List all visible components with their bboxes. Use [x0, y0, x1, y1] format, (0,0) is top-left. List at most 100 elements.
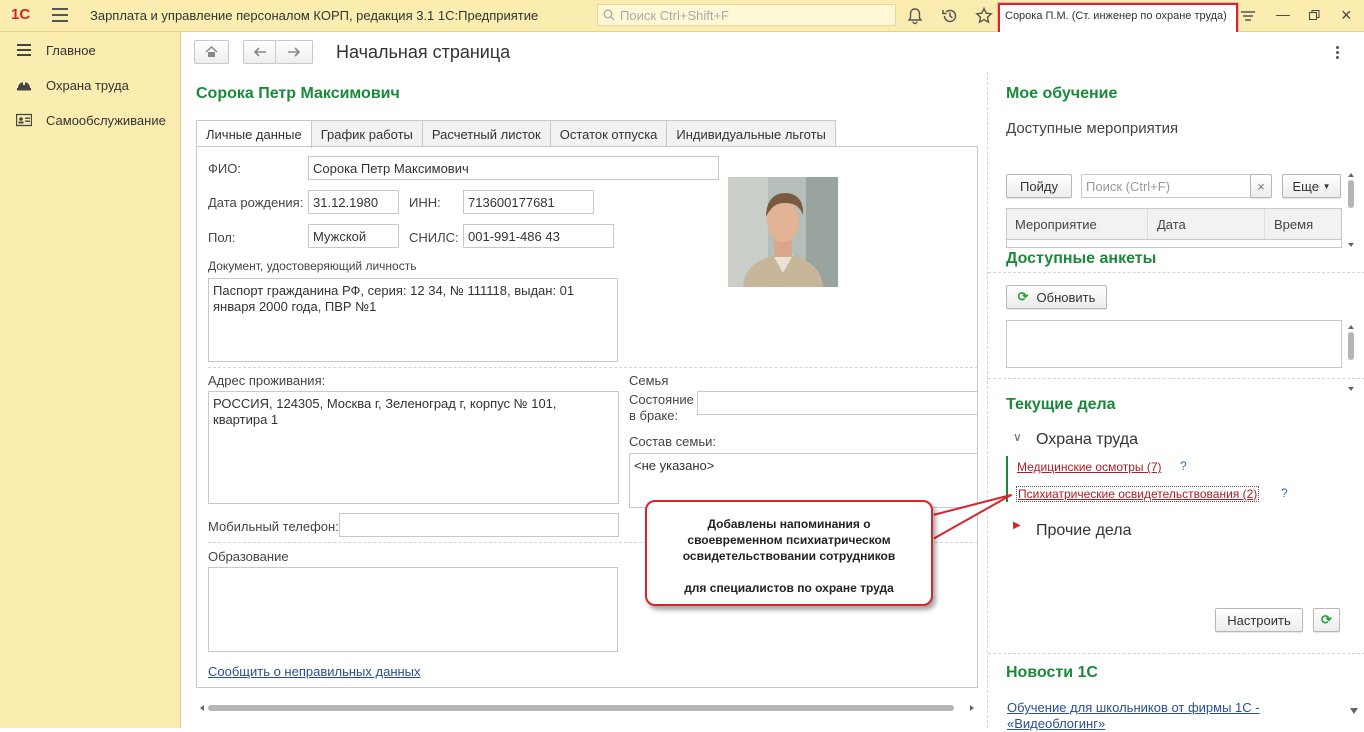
events-table-body: [1006, 240, 1342, 248]
scroll-down-icon[interactable]: [1350, 708, 1358, 714]
arrow-right-icon: [288, 47, 301, 57]
sex-label: Пол:: [208, 230, 236, 245]
tab-work-schedule[interactable]: График работы: [310, 120, 423, 147]
id-document-field[interactable]: Паспорт гражданина РФ, серия: 12 34, № 1…: [208, 278, 618, 362]
annotation-callout: Добавлены напоминания о своевременном пс…: [645, 500, 933, 606]
history-icon[interactable]: [940, 6, 960, 26]
birth-date-field[interactable]: 31.12.1980: [308, 190, 399, 214]
attend-button[interactable]: Пойду: [1006, 174, 1072, 198]
personal-data-panel: ФИО: Сорока Петр Максимович Дата рождени…: [196, 146, 978, 688]
app-title: Зарплата и управление персоналом КОРП, р…: [90, 8, 539, 23]
refresh-surveys-button[interactable]: ⟳ Обновить: [1006, 285, 1107, 309]
refresh-label: Обновить: [1036, 289, 1096, 305]
news-title: Новости 1С: [1006, 664, 1098, 681]
mobile-phone-field[interactable]: [339, 513, 619, 537]
report-wrong-data-link[interactable]: Сообщить о неправильных данных: [208, 664, 421, 679]
help-icon[interactable]: ?: [1180, 459, 1187, 473]
tab-payslip[interactable]: Расчетный листок: [421, 120, 551, 147]
sex-field[interactable]: Мужской: [308, 224, 399, 248]
family-composition-label: Состав семьи:: [629, 434, 716, 449]
available-events-title: Доступные мероприятия: [1006, 120, 1179, 137]
marital-status-field[interactable]: [697, 391, 978, 415]
divider: [988, 378, 1364, 379]
tab-individual-benefits[interactable]: Индивидуальные льготы: [666, 120, 836, 147]
column-date: Дата: [1157, 217, 1186, 232]
current-user-label: Сорока П.М. (Ст. инженер по охране труда…: [1005, 10, 1227, 22]
arrow-left-icon: [253, 47, 266, 57]
birth-date-label: Дата рождения:: [208, 195, 304, 210]
search-icon: [603, 9, 615, 21]
sidebar-item-label: Охрана труда: [46, 77, 129, 93]
horizontal-scrollbar[interactable]: [196, 701, 978, 715]
sidebar-item-labor-safety[interactable]: Охрана труда: [16, 75, 129, 95]
address-field[interactable]: РОССИЯ, 124305, Москва г, Зеленоград г, …: [208, 391, 619, 504]
divider: [988, 272, 1364, 273]
menu-lines-icon: [17, 44, 31, 56]
callout-text-secondary: для специалистов по охране труда: [684, 581, 894, 595]
fio-field[interactable]: Сорока Петр Максимович: [308, 156, 719, 180]
home-button[interactable]: [194, 40, 229, 64]
back-button[interactable]: [243, 40, 276, 64]
my-training-title: Мое обучение: [1006, 85, 1118, 102]
chevron-down-icon[interactable]: ∨: [1013, 430, 1022, 444]
more-button-label: Еще: [1292, 178, 1319, 194]
close-icon[interactable]: ×: [1341, 5, 1352, 26]
minimize-icon[interactable]: —: [1276, 6, 1290, 22]
more-button[interactable]: Еще ▼: [1282, 174, 1341, 198]
star-icon[interactable]: [974, 6, 994, 26]
main-area: Начальная страница Сорока Петр Максимови…: [182, 32, 1364, 731]
inn-field[interactable]: 713600177681: [463, 190, 594, 214]
medical-exams-link[interactable]: Медицинские осмотры (7): [1017, 460, 1162, 474]
callout-pointer: [925, 494, 1012, 541]
bell-icon[interactable]: [905, 6, 925, 26]
title-bar: 1С Зарплата и управление персоналом КОРП…: [0, 0, 1364, 39]
restore-icon[interactable]: [1309, 10, 1320, 21]
psychiatric-exams-link[interactable]: Психиатрические освидетельствования (2): [1016, 486, 1260, 502]
more-actions-icon[interactable]: [1336, 46, 1340, 61]
surveys-scrollbar[interactable]: [1346, 324, 1356, 392]
employee-tabs: Личные данные График работы Расчетный ли…: [196, 120, 836, 148]
available-surveys-title: Доступные анкеты: [1006, 250, 1157, 267]
sidebar: Главное Охрана труда Самообслуживание: [0, 32, 181, 728]
employee-name: Сорока Петр Максимович: [196, 85, 400, 102]
address-label: Адрес проживания:: [208, 373, 326, 388]
callout-text-main: Добавлены напоминания о своевременном пс…: [682, 517, 896, 563]
tasks-group-other[interactable]: Прочие дела: [1036, 522, 1132, 540]
app-logo: 1С: [11, 6, 31, 23]
marital-status-label: Состояние в браке:: [629, 392, 694, 423]
education-field[interactable]: [208, 567, 618, 652]
inn-label: ИНН:: [409, 195, 441, 210]
dropdown-arrow-icon: ▼: [1322, 181, 1331, 191]
news-item-link[interactable]: Обучение для школьников от фирмы 1С - «В…: [1007, 700, 1297, 732]
forward-button[interactable]: [275, 40, 313, 64]
search-placeholder: Поиск Ctrl+Shift+F: [620, 8, 729, 23]
home-icon: [205, 46, 218, 57]
refresh-tasks-icon[interactable]: ⟳: [1313, 608, 1340, 632]
tasks-group-labor-safety[interactable]: Охрана труда: [1036, 431, 1138, 449]
refresh-icon: ⟳: [1017, 289, 1029, 304]
clear-search-icon[interactable]: ×: [1250, 174, 1272, 198]
help-icon[interactable]: ?: [1281, 486, 1288, 500]
tab-personal-data[interactable]: Личные данные: [196, 120, 312, 148]
snils-label: СНИЛС:: [409, 230, 459, 245]
main-menu-icon[interactable]: [52, 8, 68, 22]
sidebar-item-label: Главное: [46, 42, 96, 58]
global-search-input[interactable]: Поиск Ctrl+Shift+F: [597, 4, 896, 26]
sidebar-item-main[interactable]: Главное: [16, 40, 96, 60]
settings-menu-icon[interactable]: [1238, 6, 1258, 26]
mobile-phone-label: Мобильный телефон:: [208, 519, 339, 534]
snils-field[interactable]: 001-991-486 43: [463, 224, 614, 248]
employee-photo: [728, 177, 838, 287]
family-section-title: Семья: [629, 373, 669, 388]
column-event: Мероприятие: [1015, 217, 1097, 232]
column-time: Время: [1274, 217, 1314, 232]
fio-label: ФИО:: [208, 161, 241, 176]
events-table-header: Мероприятие Дата Время: [1006, 208, 1342, 240]
sidebar-item-self-service[interactable]: Самообслуживание: [16, 110, 166, 130]
tab-vacation-balance[interactable]: Остаток отпуска: [549, 120, 668, 147]
setup-button[interactable]: Настроить: [1215, 608, 1303, 632]
sidebar-item-label: Самообслуживание: [46, 112, 166, 128]
events-search-input[interactable]: Поиск (Ctrl+F): [1081, 174, 1251, 198]
page-title: Начальная страница: [336, 42, 511, 62]
events-scrollbar[interactable]: [1346, 172, 1356, 248]
